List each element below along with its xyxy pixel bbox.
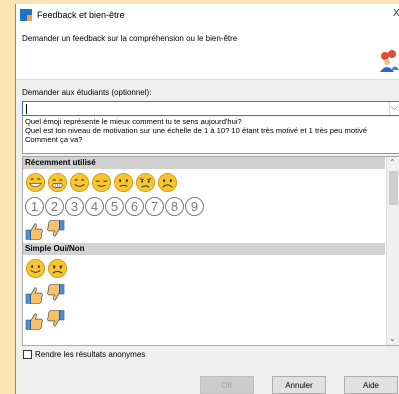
thumbs-up-icon[interactable]	[25, 283, 44, 305]
button-bar: OK Annuler Aide	[16, 366, 399, 394]
number-option[interactable]: 7	[145, 196, 164, 216]
worried-face-icon[interactable]	[135, 172, 156, 193]
frowning-face-icon[interactable]	[47, 258, 68, 279]
text-caret	[26, 104, 27, 114]
grinning-face-icon[interactable]	[47, 172, 68, 193]
header-description: Demander un feedback sur la compréhensio…	[22, 34, 238, 43]
question-combobox[interactable]	[22, 101, 399, 116]
partial-thumbs-row	[23, 307, 399, 333]
header-area: Demander un feedback sur la compréhensio…	[16, 26, 399, 80]
window-title: Feedback et bien-être	[37, 10, 125, 20]
ok-button[interactable]: OK	[200, 376, 254, 394]
scrollbar-thumb[interactable]	[389, 171, 398, 205]
feedback-dialog: Feedback et bien-être X Demander un feed…	[15, 4, 399, 394]
number-scale-row: 1 2 3 4 5 6 7 8 9	[23, 195, 399, 217]
response-type-panel: Récemment utilisé 1 2 3 4 5 6 7 8 9 Simp…	[22, 156, 399, 346]
number-option[interactable]: 8	[165, 196, 184, 216]
close-icon[interactable]: X	[393, 8, 399, 19]
people-feedback-icon	[380, 50, 399, 72]
smiling-face-icon[interactable]	[69, 172, 90, 193]
recent-thumbs-row	[23, 217, 399, 243]
number-option[interactable]: 5	[105, 196, 124, 216]
anonymous-option[interactable]: Rendre les résultats anonymes	[23, 350, 145, 359]
number-option[interactable]: 3	[65, 196, 84, 216]
frowning-face-icon[interactable]	[157, 172, 178, 193]
recent-emoji-row	[23, 169, 399, 195]
suggestion-list: Quel émoji représente le mieux comment t…	[22, 117, 399, 154]
anonymous-checkbox[interactable]	[23, 350, 32, 359]
ask-students-label: Demander aux étudiants (optionnel):	[22, 88, 152, 97]
number-option[interactable]: 9	[185, 196, 204, 216]
number-option[interactable]: 2	[45, 196, 64, 216]
panel-scrollbar[interactable]: ⌃ ⌄	[386, 157, 399, 345]
thumbs-down-icon[interactable]	[46, 309, 65, 331]
slightly-frowning-face-icon[interactable]	[113, 172, 134, 193]
number-option[interactable]: 4	[85, 196, 104, 216]
app-icon	[20, 9, 32, 21]
thumbs-up-icon[interactable]	[25, 309, 44, 331]
chevron-down-icon[interactable]	[389, 102, 399, 115]
yesno-thumbs-row	[23, 281, 399, 307]
thumbs-up-icon[interactable]	[25, 219, 44, 241]
thumbs-down-icon[interactable]	[46, 219, 65, 241]
chevron-down-icon[interactable]: ⌄	[389, 334, 396, 343]
thumbs-down-icon[interactable]	[46, 283, 65, 305]
suggestion-item[interactable]: Quel émoji représente le mieux comment t…	[23, 117, 399, 126]
relieved-face-icon[interactable]	[91, 172, 112, 193]
suggestion-item[interactable]: Comment ça va?	[23, 135, 399, 144]
section-header-recent: Récemment utilisé	[23, 157, 385, 169]
smiling-face-icon[interactable]	[25, 258, 46, 279]
number-option[interactable]: 6	[125, 196, 144, 216]
yesno-emoji-row	[23, 255, 399, 281]
cancel-button[interactable]: Annuler	[272, 376, 326, 394]
laughing-face-icon[interactable]	[25, 172, 46, 193]
number-option[interactable]: 1	[25, 196, 44, 216]
anonymous-label: Rendre les résultats anonymes	[35, 350, 146, 359]
title-bar: Feedback et bien-être X	[16, 4, 399, 26]
chevron-up-icon[interactable]: ⌃	[389, 158, 396, 167]
help-button[interactable]: Aide	[344, 376, 398, 394]
suggestion-item[interactable]: Quel est ton niveau de motivation sur un…	[23, 126, 399, 135]
section-header-yesno: Simple Oui/Non	[23, 243, 385, 255]
